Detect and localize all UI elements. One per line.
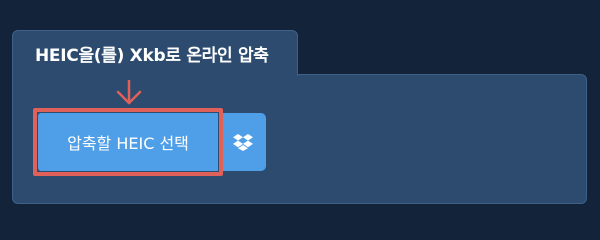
select-heic-button[interactable]: 압축할 HEIC 선택 (38, 113, 218, 171)
tool-title: HEIC을(를) Xkb로 온라인 압축 (35, 46, 269, 66)
tool-tab: HEIC을(를) Xkb로 온라인 압축 (12, 30, 298, 76)
dropbox-button[interactable] (220, 113, 266, 171)
dropbox-icon (233, 134, 253, 151)
page: HEIC을(를) Xkb로 온라인 압축 압축할 HEIC 선택 (0, 0, 600, 230)
select-heic-label: 압축할 HEIC 선택 (67, 134, 189, 153)
pointer-arrow-icon (116, 80, 142, 105)
